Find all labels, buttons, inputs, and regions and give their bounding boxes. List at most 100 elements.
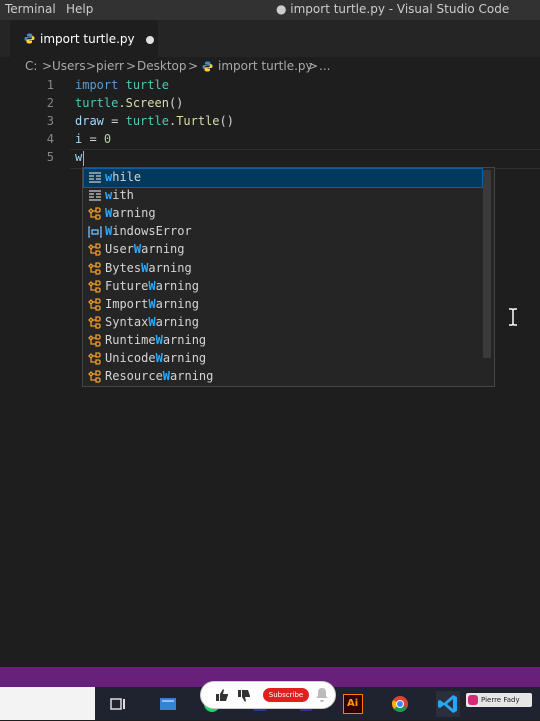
suggestion-label: with — [105, 188, 134, 202]
suggestion-label-part: Unicode — [105, 351, 156, 365]
suggestion-label: SyntaxWarning — [105, 315, 199, 329]
class-icon — [87, 243, 103, 257]
breadcrumb-separator: > — [188, 59, 199, 73]
suggestion-item[interactable]: BytesWarning — [84, 260, 482, 278]
breadcrumb-desktop[interactable]: Desktop — [137, 59, 187, 73]
vscode-icon[interactable] — [436, 691, 460, 717]
suggestion-item[interactable]: UnicodeWarning — [84, 350, 482, 368]
taskbar-search-box[interactable] — [0, 687, 95, 720]
suggestion-item[interactable]: RuntimeWarning — [84, 332, 482, 350]
suggestion-label: BytesWarning — [105, 261, 192, 275]
suggestion-label-part: W — [148, 278, 156, 293]
class-icon — [87, 334, 103, 348]
class-icon — [87, 261, 103, 276]
suggestion-label: ResourceWarning — [105, 369, 213, 383]
current-line-highlight — [70, 149, 540, 169]
breadcrumb: C: > Users > pierr > Desktop > import tu… — [0, 57, 540, 77]
breadcrumb-more[interactable]: ... — [319, 59, 330, 73]
breadcrumb-separator: > — [126, 59, 137, 73]
class-icon — [87, 207, 103, 221]
code-line: w — [75, 150, 82, 164]
breadcrumb-file[interactable]: import turtle.py — [218, 59, 313, 73]
code-token: Turtle — [176, 114, 220, 128]
code-token: Screen — [125, 96, 169, 110]
suggestion-item[interactable]: ImportWarning — [84, 296, 482, 314]
code-token: () — [219, 114, 234, 128]
suggestion-label-part: arning — [112, 206, 156, 221]
menu-help[interactable]: Help — [66, 2, 93, 16]
chrome-icon[interactable] — [390, 694, 410, 714]
suggestion-label: RuntimeWarning — [105, 333, 206, 347]
code-token: turtle — [75, 96, 119, 110]
breadcrumb-separator: > — [308, 59, 319, 73]
suggestion-item[interactable]: ResourceWarning — [84, 368, 482, 386]
like-icon[interactable] — [215, 687, 229, 706]
bell-icon[interactable] — [315, 687, 329, 707]
creator-name: Pierre Fady — [481, 696, 520, 704]
editor-tab[interactable]: import turtle.py — [10, 20, 158, 57]
code-token: import — [75, 78, 119, 92]
task-view-icon[interactable] — [108, 694, 128, 714]
suggestion-label-part: Bytes — [105, 260, 142, 275]
code-line: i = 0 — [75, 132, 111, 146]
subscribe-button[interactable]: Subscribe — [263, 688, 309, 702]
suggestion-label: FutureWarning — [105, 279, 199, 293]
class-icon — [87, 316, 103, 330]
line-number: 2 — [46, 96, 54, 110]
suggestion-label-part: arning — [162, 351, 207, 365]
code-token: () — [168, 96, 184, 110]
illustrator-icon[interactable]: Ai — [343, 694, 363, 714]
code-token: = — [82, 132, 104, 146]
code-line: draw = turtle.Turtle() — [75, 114, 234, 128]
suggestion-label-part: W — [148, 314, 156, 329]
suggestion-label: WindowsError — [105, 224, 192, 238]
suggestion-label: while — [105, 170, 141, 184]
suggestion-label-part: Syntax — [105, 314, 149, 329]
breadcrumb-separator: > — [86, 59, 97, 73]
variable-icon — [87, 225, 103, 239]
suggestion-item[interactable]: SyntaxWarning — [84, 314, 482, 332]
line-number: 5 — [46, 150, 54, 164]
suggestion-item[interactable]: WindowsError — [84, 223, 482, 241]
breadcrumb-pierr[interactable]: pierr — [96, 59, 124, 73]
breadcrumb-drive[interactable]: C: — [25, 59, 37, 73]
suggestion-label-part: Import — [105, 296, 149, 311]
suggestion-label-part: W — [155, 332, 163, 347]
code-token: draw — [75, 114, 104, 128]
dislike-icon[interactable] — [237, 688, 251, 707]
suggestion-widget[interactable]: while with Warning WindowsError UserWarning B… — [82, 167, 495, 387]
code-token: turtle — [125, 114, 169, 128]
window-title: ● import turtle.py - Visual Studio Code — [276, 2, 510, 16]
menu-terminal[interactable]: Terminal — [5, 2, 56, 16]
suggestion-item[interactable]: UserWarning — [84, 241, 482, 259]
tab-label: import turtle.py — [40, 32, 135, 46]
class-icon — [87, 352, 103, 366]
breadcrumb-separator: > — [42, 59, 53, 73]
suggestion-label-part: User — [105, 242, 134, 257]
suggestion-label-part: arning — [155, 278, 199, 293]
title-bar: Terminal Help ● import turtle.py - Visua… — [0, 0, 540, 20]
line-number: 1 — [46, 78, 54, 92]
suggestion-label: UnicodeWarning — [105, 351, 206, 365]
suggestion-label-part: W — [162, 369, 171, 384]
class-icon — [87, 298, 103, 312]
breadcrumb-users[interactable]: Users — [52, 59, 86, 73]
suggestion-label: Warning — [105, 206, 156, 220]
line-number: 3 — [46, 114, 54, 128]
suggestion-label-part: W — [148, 296, 156, 311]
suggestion-item[interactable]: FutureWarning — [84, 278, 482, 296]
suggestion-item[interactable]: while — [83, 168, 483, 188]
unsaved-dot-icon[interactable] — [146, 36, 154, 44]
code-token: w — [75, 150, 83, 164]
suggestion-item[interactable]: Warning — [84, 205, 482, 223]
suggestion-label-part: arning — [148, 260, 192, 275]
line-number: 4 — [46, 132, 54, 146]
illustrator-label: Ai — [347, 698, 359, 709]
suggestion-scrollbar[interactable] — [483, 170, 491, 358]
explorer-icon[interactable] — [158, 694, 178, 714]
class-icon — [87, 370, 103, 384]
snippet-icon — [87, 171, 103, 185]
code-token: 0 — [103, 132, 112, 146]
suggestion-item[interactable]: with — [84, 187, 482, 205]
suggestion-label-part: hile — [112, 170, 142, 184]
